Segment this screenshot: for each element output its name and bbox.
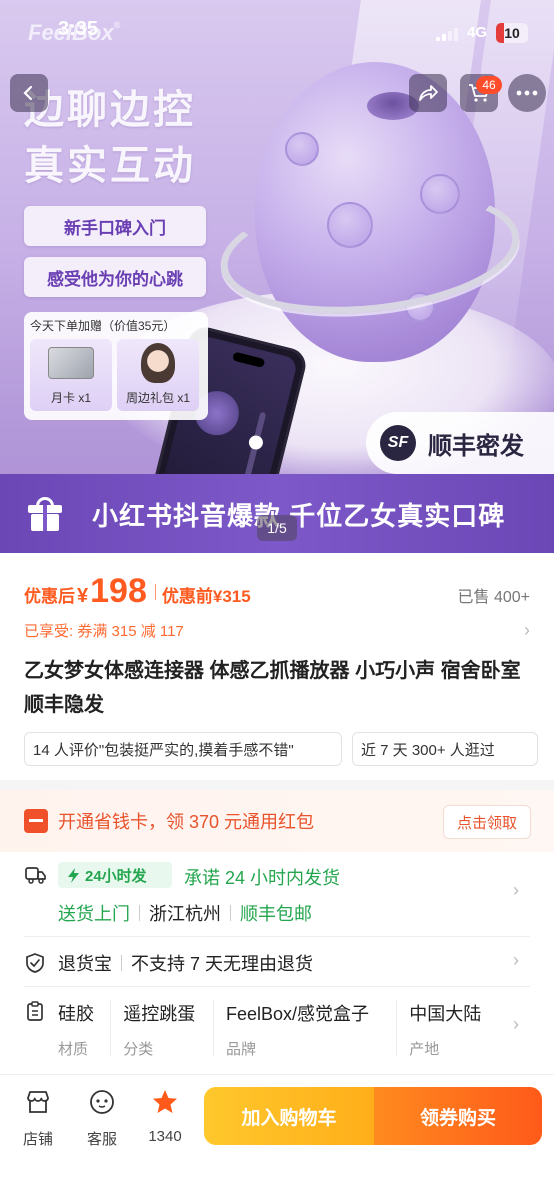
claim-button[interactable]: 点击领取 [443,805,531,839]
spec-key: 产地 [409,1041,440,1058]
network-label: 4G [467,24,488,41]
free-shipping: 顺丰包邮 [240,904,312,924]
delivery-24h-badge: 24小时发 [58,862,172,888]
savings-card-banner[interactable]: 开通省钱卡，领 370 元通用红包 点击领取 [0,790,554,852]
ship-from-location: 浙江杭州 [149,904,221,924]
bottom-action-bar: 店铺 客服 1340 加入购物车 领券购买 [0,1074,554,1200]
sf-express-badge: SF 顺丰密发 [366,412,554,474]
gift-item-label: 周边礼包 x1 [125,391,190,405]
price-after-label: 优惠后 [24,587,75,606]
pill-newbie: 新手口碑入门 [24,206,206,246]
spec-category: 遥控跳蛋 分类 [123,1000,214,1058]
return-label: 退货宝 [58,954,112,974]
add-to-cart-button[interactable]: 加入购物车 [204,1087,374,1145]
spec-value: 中国大陆 [409,1004,482,1024]
chevron-right-icon[interactable]: › [513,1014,554,1035]
favorite-button[interactable]: 1340 [135,1087,195,1145]
shield-icon [24,952,46,974]
share-icon [419,85,438,101]
more-button[interactable] [508,74,546,112]
more-dots-icon [516,90,538,96]
status-bar: FeelBox® 3:35 4G 10 [0,18,554,48]
product-title: 乙女梦女体感连接器 体感乙抓播放器 小巧小声 宿舍卧室 顺丰隐发 [24,660,521,716]
sold-count: 已售 400+ [457,589,531,606]
battery-icon: 10 [496,23,528,43]
share-button[interactable] [409,74,447,112]
section-divider [0,780,554,790]
cart-count-badge: 46 [476,76,502,94]
store-icon [27,1091,49,1113]
savings-card-text: 开通省钱卡，领 370 元通用红包 [58,812,315,832]
delivery-badge-text: 24小时发 [85,867,147,885]
back-button[interactable] [10,74,48,112]
hero-title: 边聊边控 真实互动 [24,82,196,194]
delivery-promise: 承诺 24 小时内发货 [184,868,341,888]
hero-title-line: 边聊边控 [24,87,196,132]
gift-item-label: 月卡 x1 [50,391,91,405]
spec-row[interactable]: 硅胶 材质 遥控跳蛋 分类 FeelBox/感觉盒子 品牌 中国大陆 产地 [58,1000,498,1058]
buy-with-coupon-button[interactable]: 领券购买 [374,1087,542,1145]
divider-line [24,936,530,937]
store-label: 店铺 [22,1131,53,1148]
spec-material: 硅胶 材质 [58,1000,112,1058]
sf-logo-icon: SF [380,425,416,461]
chevron-left-icon [23,85,33,101]
spec-key: 分类 [123,1041,154,1058]
price-divider [154,584,156,600]
spec-key: 品牌 [225,1041,256,1058]
spec-key: 材质 [58,1041,89,1058]
return-policy-text: 不支持 7 天无理由退货 [131,954,314,974]
divider-line [24,986,530,987]
promo-text: 小红书抖音爆款 千位乙女真实口碑 [92,500,506,531]
spec-brand: FeelBox/感觉盒子 品牌 [225,1000,398,1058]
signal-icon [436,28,458,41]
spec-value: FeelBox/感觉盒子 [225,1004,370,1024]
gift-item-merch: 周边礼包 x1 [117,339,199,411]
price-before: 优惠前¥315 [161,587,251,606]
review-chip[interactable]: 14 人评价"包装挺严实的,摸着手感不错" [24,732,342,766]
star-icon [153,1090,177,1113]
price-after: 198 [90,572,147,610]
delivery-details: 送货上门 浙江杭州 顺丰包邮 [58,900,312,926]
lightning-icon [68,867,79,883]
store-button[interactable]: 店铺 [8,1087,68,1149]
spec-value: 硅胶 [58,1004,94,1024]
truck-icon [24,864,46,886]
crater [285,132,319,166]
sf-text: 顺丰密发 [428,432,524,460]
image-page-indicator: 1/5 [257,515,297,541]
coupon-text: 已享受: 券满 315 减 117 [24,623,184,640]
card-icon [48,347,94,379]
chat-face-icon [90,1090,114,1114]
status-time: 3:35 [58,18,99,40]
hero-title-line: 真实互动 [24,143,196,188]
price-row: 优惠后 ¥ 198 优惠前¥315 已售 400+ [24,572,530,612]
gift-icon [28,497,62,531]
clipboard-icon [24,1000,46,1022]
favorite-count: 1340 [148,1128,182,1145]
customer-service-button[interactable]: 客服 [72,1087,132,1149]
chevron-right-icon: › [524,620,530,640]
coupon-icon [24,809,48,833]
gift-item-card: 月卡 x1 [30,339,112,411]
service-label: 客服 [86,1131,117,1148]
gift-title: 今天下单加赠（价值35元） [30,319,176,333]
spec-origin: 中国大陆 产地 [409,1000,498,1058]
return-policy[interactable]: 退货宝 不支持 7 天无理由退货 [58,950,313,976]
figure-icon [141,343,175,383]
currency-symbol: ¥ [77,585,89,607]
chevron-right-icon[interactable]: › [513,950,554,971]
door-delivery: 送货上门 [58,904,130,924]
spec-value: 遥控跳蛋 [123,1004,196,1024]
battery-level: 10 [504,25,520,41]
review-chips: 14 人评价"包装挺严实的,摸着手感不错" 近 7 天 300+ 人逛过 [24,732,538,766]
gift-box: 今天下单加赠（价值35元） 月卡 x1 周边礼包 x1 [24,312,208,420]
chevron-right-icon[interactable]: › [513,880,554,901]
coupon-line[interactable]: 已享受: 券满 315 减 117 › [24,620,530,644]
promo-banner: 小红书抖音爆款 千位乙女真实口碑 [0,474,554,553]
visit-chip[interactable]: 近 7 天 300+ 人逛过 [352,732,538,766]
pill-heartbeat: 感受他为你的心跳 [24,257,206,297]
